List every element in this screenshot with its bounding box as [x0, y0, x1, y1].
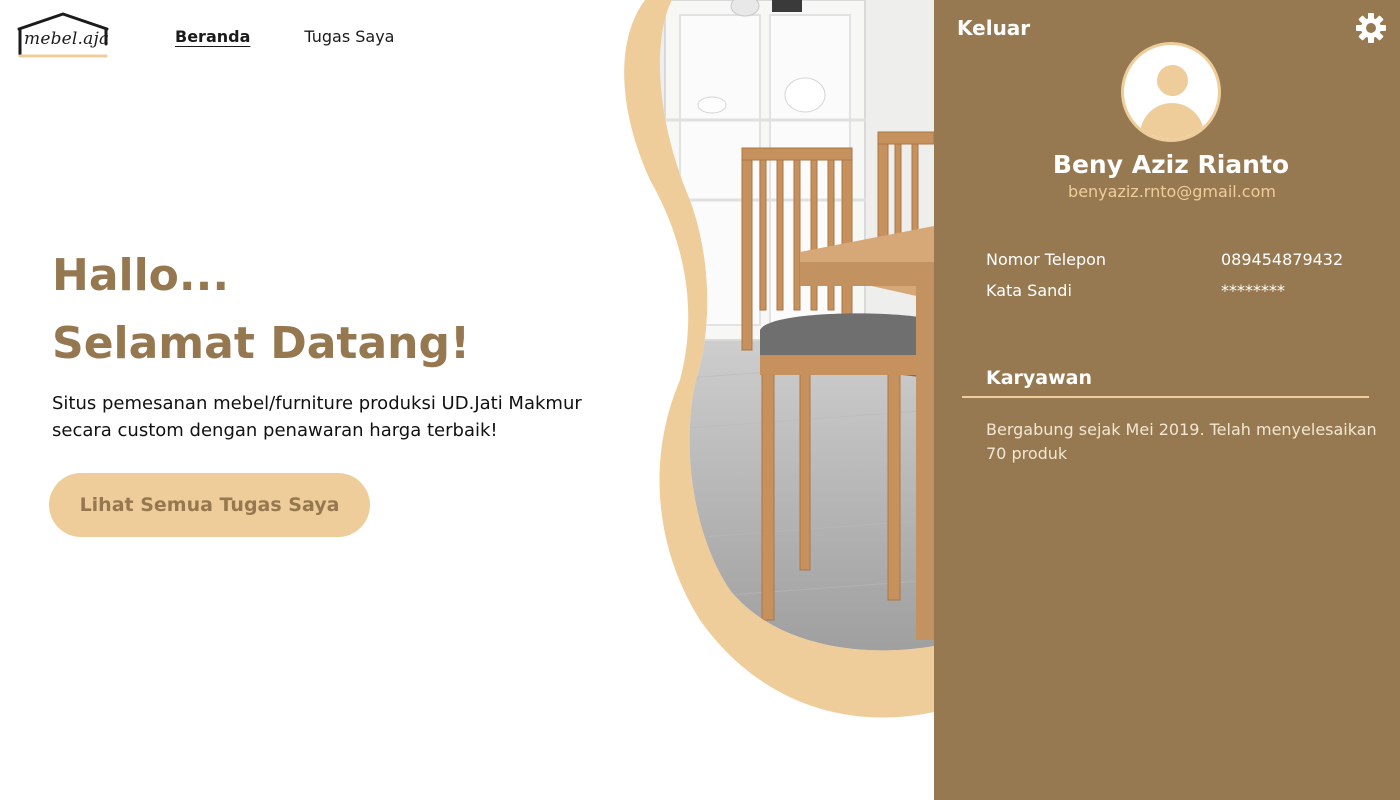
gear-icon[interactable] — [1356, 13, 1386, 43]
password-label: Kata Sandi — [986, 281, 1072, 300]
profile-bio: Bergabung sejak Mei 2019. Telah menyeles… — [986, 420, 1377, 463]
profile-panel: Keluar Beny Aziz Rianto benyaziz.rnto@gm… — [934, 0, 1400, 800]
phone-value: 089454879432 — [1221, 250, 1344, 269]
profile-email: benyaziz.rnto@gmail.com — [1068, 182, 1276, 201]
hero-image-blob — [624, 0, 934, 718]
phone-label: Nomor Telepon — [986, 250, 1107, 269]
user-avatar-icon — [1121, 42, 1221, 142]
role-divider — [962, 396, 1369, 398]
password-value: ******** — [1221, 281, 1285, 300]
logout-button[interactable]: Keluar — [957, 16, 1030, 40]
role-heading: Karyawan — [986, 367, 1093, 389]
profile-name: Beny Aziz Rianto — [1052, 150, 1290, 179]
